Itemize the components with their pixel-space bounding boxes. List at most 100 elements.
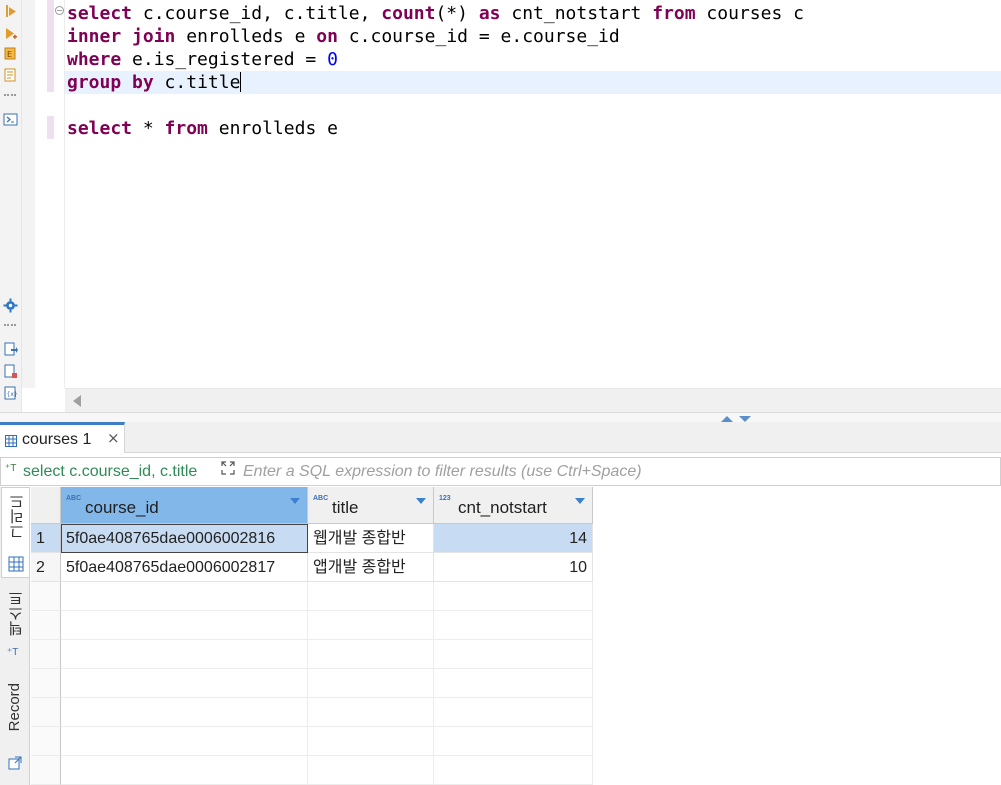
tab-grid-label: 그리드 [9,494,26,539]
scroll-left-arrow-icon[interactable] [73,395,81,407]
table-cell[interactable]: 웹개발 종합반 [308,524,434,553]
column-header-title[interactable]: ABC title [308,487,434,524]
toolbar-separator [4,94,16,96]
sql-text: (*) [435,3,479,24]
empty-cell [308,669,434,698]
filter-input[interactable] [243,460,994,484]
empty-cell [434,756,593,785]
empty-cell [308,640,434,669]
empty-cell [61,640,308,669]
column-header-course-id[interactable]: ABC course_id [61,487,308,524]
record-icon [7,755,23,771]
column-header-cnt-notstart[interactable]: 123 cnt_notstart [434,487,593,524]
fold-toggle-icon[interactable]: − [55,6,64,15]
table-cell[interactable]: 10 [434,553,593,582]
sql-keyword: group [67,72,122,93]
code-line[interactable] [67,94,1001,117]
sql-number: 0 [327,49,338,70]
column-name: title [332,498,359,517]
empty-cell [308,756,434,785]
expand-icon[interactable] [220,460,236,476]
code-line[interactable]: group by c.title [65,71,1001,94]
sql-keyword: from [652,3,696,24]
sql-text: c.course_id = e.course_id [337,26,620,47]
table-cell[interactable]: 14 [434,524,593,553]
tab-label: courses 1 [22,431,92,448]
panel-splitter[interactable] [0,412,1001,422]
tab-record-label: Record [6,683,23,732]
empty-cell [434,582,593,611]
tab-grid[interactable]: 그리드 [1,487,29,578]
code-line[interactable]: select * from enrolleds e [67,117,1001,140]
code-line[interactable]: inner join enrolleds e on c.course_id = … [67,25,1001,48]
empty-cell [61,611,308,640]
close-icon[interactable]: × [107,429,120,447]
settings-gear-icon[interactable] [3,298,18,313]
table-cell[interactable]: 5f0ae408765dae0006002816 [61,524,308,553]
sort-arrow-icon[interactable] [575,498,585,504]
results-grid: ABC course_id ABC title 123 cnt_notstart… [31,487,1001,785]
terminal-icon[interactable] [3,112,18,127]
empty-row-number [31,727,61,756]
svg-text:{x}: {x} [7,391,18,398]
empty-cell [61,582,308,611]
sql-text-icon: ⁺T [5,463,17,474]
number-type-icon: 123 [439,495,451,502]
sql-keyword: on [316,26,338,47]
result-view-tabs: 그리드 텍스트 ⁺T Record [0,487,30,785]
new-script-icon[interactable] [3,364,18,379]
sql-text: courses c [695,3,804,24]
text-type-icon: ABC [313,495,329,502]
run-statement-icon[interactable] [3,4,18,19]
export-icon[interactable] [3,342,18,357]
tab-record[interactable]: Record [1,677,29,777]
active-query-label[interactable]: select c.course_id, c.title [23,463,213,481]
row-number[interactable]: 2 [31,553,61,582]
text-caret [240,72,242,92]
tab-text[interactable]: 텍스트 ⁺T [1,583,29,671]
file-icon[interactable]: {x} [3,386,18,401]
explain-plan-icon[interactable]: E [3,46,18,61]
editor-left-toolbar: E {x} [0,0,22,412]
empty-row-number [31,640,61,669]
sql-text: c.course_id, c.title, [132,3,382,24]
sql-text: cnt_notstart [500,3,653,24]
code-line[interactable]: select c.course_id, c.title, count(*) as… [67,2,1001,25]
code-line[interactable]: where e.is_registered = 0 [67,48,1001,71]
grid-icon [8,556,24,572]
splitter-toggle[interactable] [719,414,755,422]
grid-corner[interactable] [31,487,61,524]
script-plan-icon[interactable] [3,68,18,83]
statement-marker-2 [47,116,54,139]
sql-text: e.is_registered = [121,49,328,70]
sort-arrow-icon[interactable] [290,498,300,504]
empty-cell [308,727,434,756]
empty-cell [308,582,434,611]
empty-cell [61,698,308,727]
text-icon: ⁺T [7,647,19,658]
empty-cell [434,669,593,698]
sql-editor[interactable]: select c.course_id, c.title, count(*) as… [65,0,1001,388]
results-tab-bar: courses 1 × [0,422,1001,453]
empty-row-number [31,698,61,727]
row-number[interactable]: 1 [31,524,61,553]
svg-text:E: E [7,50,12,59]
sql-keyword: count [381,3,436,24]
run-script-icon[interactable] [3,26,18,41]
editor-horizontal-scrollbar[interactable] [65,388,1001,412]
text-type-icon: ABC [66,495,82,502]
editor-gutter [22,0,35,388]
sql-text: enrolleds e [207,118,338,139]
table-cell[interactable]: 앱개발 종합반 [308,553,434,582]
table-cell[interactable]: 5f0ae408765dae0006002817 [61,553,308,582]
sql-keyword: where [67,49,122,70]
statement-marker-1 [47,0,54,92]
sort-arrow-icon[interactable] [416,498,426,504]
sql-keyword: as [478,3,501,24]
column-name: cnt_notstart [458,498,547,517]
table-icon [5,432,17,447]
sql-keyword: select [67,118,133,139]
tab-courses-1[interactable]: courses 1 × [0,422,125,453]
